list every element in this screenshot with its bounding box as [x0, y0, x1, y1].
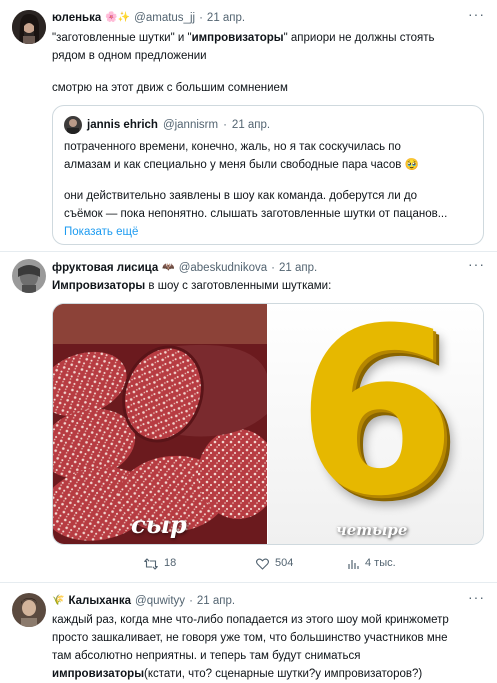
tweet-text: Импровизаторы в шоу с заготовленными шут… — [52, 277, 482, 295]
tweet-date[interactable]: 21 апр. — [279, 260, 317, 276]
text-part: " априори не должны стоять — [283, 32, 435, 44]
quote-header: jannis ehrich @jannisrm · 21 апр. — [64, 116, 270, 134]
like-count: 504 — [275, 557, 294, 569]
text-line: там абсолютно неприятны. и теперь там бу… — [52, 650, 361, 662]
user-handle[interactable]: @abeskudnikova — [179, 260, 267, 276]
text-line: алмазам и как специально у меня были сво… — [64, 159, 419, 171]
cheese-label: сыр — [131, 510, 187, 539]
tweet-1[interactable]: юленька 🌸✨ @amatus_jj · 21 апр. ··· "заг… — [0, 0, 497, 258]
separator-dot: · — [223, 118, 227, 131]
text-part: (кстати, что? сценарные шутки?у импровиз… — [144, 668, 423, 680]
text-part: в шоу с заготовленными шутками: — [145, 280, 332, 292]
text-line: потраченного времени, конечно, жаль, но … — [64, 141, 401, 153]
quote-text: потраченного времени, конечно, жаль, но … — [64, 138, 479, 241]
avatar[interactable] — [12, 259, 46, 293]
more-options-icon[interactable]: ··· — [468, 5, 485, 25]
name-emoji: 🌾 — [52, 595, 65, 607]
tweet-header: юленька 🌸✨ @amatus_jj · 21 апр. — [52, 10, 245, 26]
retweet-button[interactable]: 18 — [144, 556, 176, 571]
text-bold: импровизаторы — [191, 32, 284, 44]
like-button[interactable]: 504 — [256, 556, 293, 571]
quote-avatar[interactable] — [64, 116, 82, 134]
tweet-date[interactable]: 21 апр. — [197, 593, 235, 609]
separator-dot: · — [189, 595, 193, 607]
tweet-text: "заготовленные шутки" и "импровизаторы" … — [52, 29, 482, 97]
text-line: съёмок — пока непонятно. слышать заготов… — [64, 208, 448, 220]
quote-display-name[interactable]: jannis ehrich — [87, 117, 158, 133]
display-name[interactable]: Калыханка — [68, 593, 131, 609]
user-handle[interactable]: @amatus_jj — [134, 10, 195, 26]
tweet-text: каждый раз, когда мне что-либо попадаетс… — [52, 611, 482, 683]
tweet-header: фруктовая лисица 🦇 @abeskudnikova · 21 а… — [52, 260, 317, 276]
retweet-icon — [144, 557, 158, 570]
show-more-link[interactable]: Показать ещё — [64, 223, 479, 241]
gold-digit: 6 — [296, 303, 457, 545]
quote-handle[interactable]: @jannisrm — [163, 117, 218, 133]
text-line: просто зашкаливает, не говоря уже том, ч… — [52, 632, 448, 644]
text-part: "заготовленные шутки" и " — [52, 32, 192, 44]
views-count: 4 тыс. — [365, 557, 396, 569]
tweet-actions: 18 504 4 тыс. — [52, 553, 484, 573]
text-line: рядом в одном предложении — [52, 50, 207, 62]
text-line: каждый раз, когда мне что-либо попадаетс… — [52, 614, 449, 626]
more-options-icon[interactable]: ··· — [468, 588, 485, 608]
tweet-header: 🌾 Калыханка @quwityy · 21 апр. — [52, 593, 235, 609]
more-options-icon[interactable]: ··· — [468, 255, 485, 275]
display-name[interactable]: фруктовая лисица — [52, 260, 158, 276]
quoted-tweet[interactable]: jannis ehrich @jannisrm · 21 апр. потрач… — [52, 105, 484, 245]
text-bold: Импровизаторы — [52, 280, 146, 292]
tweet-media[interactable]: сыр 6 четыре — [52, 303, 484, 545]
avatar[interactable] — [12, 593, 46, 627]
text-line: они действительно заявлены в шоу как ком… — [64, 190, 417, 202]
heart-icon — [256, 558, 269, 570]
views-button[interactable]: 4 тыс. — [347, 556, 396, 571]
four-label: четыре — [336, 521, 408, 539]
text-bold: импровизаторы — [52, 668, 145, 680]
name-emoji: 🌸✨ — [105, 12, 131, 24]
user-handle[interactable]: @quwityy — [135, 593, 185, 609]
avatar[interactable] — [12, 10, 46, 44]
bat-badge-icon: 🦇 — [162, 262, 175, 274]
text-line: смотрю на этот движ с большим сомнением — [52, 82, 288, 94]
views-chart-icon — [348, 559, 359, 569]
display-name[interactable]: юленька — [52, 10, 101, 26]
media-image-cheese[interactable]: сыр — [53, 304, 278, 544]
retweet-count: 18 — [164, 557, 177, 569]
media-image-four[interactable]: 6 четыре — [268, 303, 483, 545]
separator-dot: · — [271, 262, 275, 274]
quote-date[interactable]: 21 апр. — [232, 117, 270, 133]
tweet-date[interactable]: 21 апр. — [207, 10, 245, 26]
separator-dot: · — [199, 12, 203, 24]
